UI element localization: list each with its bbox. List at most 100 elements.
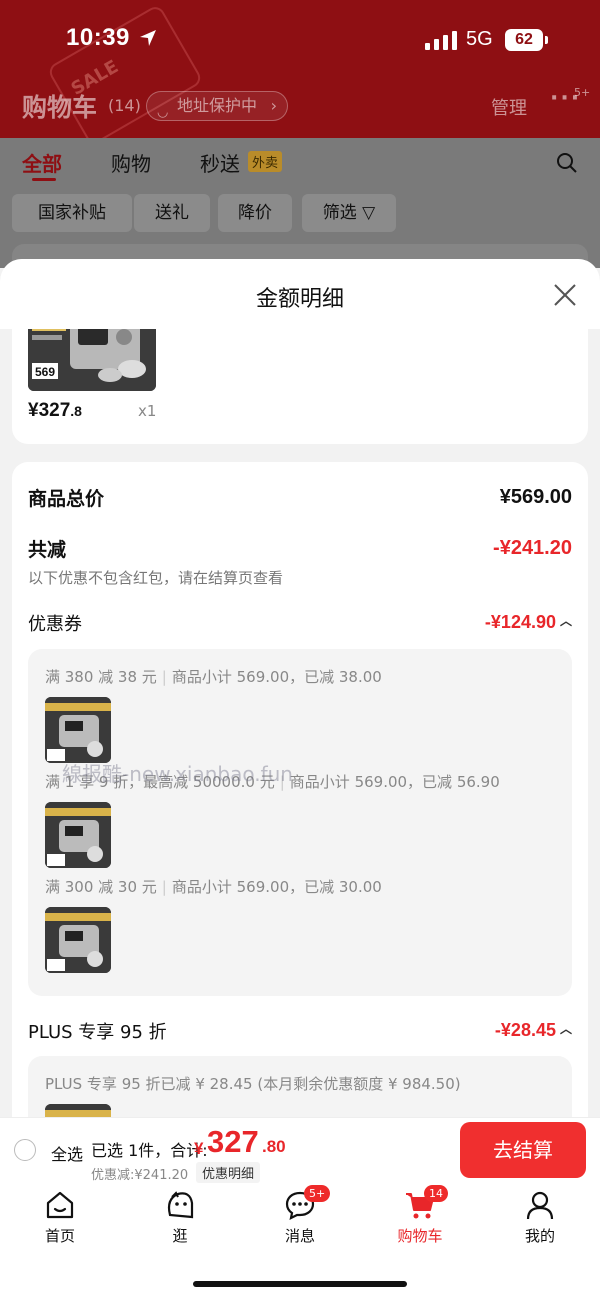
more-badge: 5+ [574,86,591,99]
plus-discount-note: PLUS 专享 95 折已减 ¥ 28.45 (本月剩余优惠额度 ¥ 984.5… [45,1075,461,1093]
coupon-value: -¥124.90 [484,612,556,632]
coupon-product-thumb [45,697,111,763]
plus-discount-toggle[interactable]: -¥28.45 ︿ [495,1020,572,1041]
battery-tip [545,36,548,44]
select-all-label[interactable]: 全选 [51,1141,83,1165]
amount-detail-sheet: 金额明细 569 ¥327.8 x1 商品总价 ¥569.00 共减 -¥241… [0,259,600,1117]
cart-tabs-area: 全部 购物 秒送 外卖 国家补贴 送礼 降价 筛选 ▽ [0,138,600,274]
tabbar-profile[interactable]: 我的 [490,1185,590,1249]
tabbar-label: 首页 [44,1227,75,1245]
chip-filter[interactable]: 筛选 ▽ [302,194,396,232]
filter-funnel-icon: ▽ [362,203,376,223]
cart-tabs: 全部 购物 秒送 外卖 [0,138,600,188]
svg-text:569: 569 [35,365,55,379]
coupon-rule-detail: 商品小计 569.00，已减 38.00 [171,668,382,686]
message-badge: 5+ [304,1185,331,1202]
total-reduce-label: 共减 [28,539,67,561]
product-quantity: x1 [138,402,157,420]
discount-summary: 优惠减:¥241.20 [91,1168,189,1183]
selected-summary: 已选 1件，合计: [91,1141,208,1160]
battery-icon: 62 [505,29,543,51]
tabbar-label: 消息 [284,1227,315,1245]
coupon-details: 满 380 减 38 元 | 商品小计 569.00，已减 38.00 满 1 享 … [28,649,572,996]
discount-detail-link[interactable]: 优惠明细 [196,1162,261,1183]
tab-shopping[interactable]: 购物 [111,148,151,177]
home-icon [46,1191,74,1219]
tab-quick-delivery[interactable]: 秒送 [200,148,240,177]
plus-discount-label: PLUS 专享 95 折 [28,1022,167,1043]
chip-filter-label: 筛选 [322,203,357,223]
coupon-rule-text: 满 300 减 30 元 [45,878,157,896]
status-time: 10:39 [66,24,130,51]
tabbar-cart[interactable]: 14 购物车 [370,1185,470,1249]
chevron-right-icon: › [270,96,278,115]
network-type: 5G [466,28,493,50]
chevron-up-icon: ︿ [559,614,572,628]
coupon-rule: 满 300 减 30 元 | 商品小计 569.00，已减 30.00 [45,876,382,897]
tabbar-home[interactable]: 首页 [10,1185,110,1249]
status-bar: 10:39 5G 62 [0,0,600,82]
reduce-note: 以下优惠不包含红包，请在结算页查看 [28,569,284,587]
chip-national-subsidy[interactable]: 国家补贴 [12,194,132,232]
coupon-product-thumb [45,907,111,973]
pressure-cooker-image [45,1104,111,1117]
pressure-cooker-image: 569 [28,319,156,391]
tabbar-label: 购物车 [397,1227,443,1245]
plus-product-thumb [45,1104,111,1117]
product-thumbnail[interactable]: 569 [28,319,156,391]
coupon-rule: 满 380 减 38 元 | 商品小计 569.00，已减 38.00 [45,666,382,687]
coupon-rule-detail: 商品小计 569.00，已减 56.90 [289,773,500,791]
product-price: ¥327.8 [28,400,82,422]
cart-count: (14) [108,96,141,115]
tabbar-browse[interactable]: 逛 [130,1185,230,1249]
amount-detail-card: 商品总价 ¥569.00 共减 -¥241.20 以下优惠不包含红包，请在结算页… [12,462,588,1117]
search-icon[interactable] [556,152,578,174]
plus-discount-value: -¥28.45 [494,1020,556,1040]
checkout-button[interactable]: 去结算 [460,1122,586,1178]
cart-badge: 14 [424,1185,448,1202]
chip-gift[interactable]: 送礼 [134,194,210,232]
coupon-rule-detail: 商品小计 569.00，已减 30.00 [171,878,382,896]
signal-icon [425,31,457,50]
address-protect-button[interactable]: ◡ 地址保护中 › [146,91,289,121]
watermark: 線报酷-new.xianbao.fun [62,762,293,786]
tab-all[interactable]: 全部 [22,148,62,177]
face-icon [167,1191,194,1219]
pressure-cooker-image [45,802,111,868]
total-amount-int: 327 [207,1124,259,1159]
tab-underline [32,178,56,181]
address-protect-label: 地址保护中 [177,96,258,115]
chip-price-drop[interactable]: 降价 [218,194,292,232]
pressure-cooker-image [45,697,111,763]
coupon-rule-text: 满 380 减 38 元 [45,668,157,686]
manage-button[interactable]: 管理 [491,94,527,120]
select-all-checkbox[interactable] [14,1139,36,1161]
close-icon[interactable] [552,282,578,308]
coupon-product-thumb [45,802,111,868]
separator: | [161,878,167,896]
checkout-bar: 全选 已选 1件，合计: ¥ 327 .80 优惠减:¥241.20 优惠明细 … [0,1117,600,1185]
home-indicator [193,1281,407,1287]
tabbar-messages[interactable]: 5+ 消息 [250,1185,350,1249]
page-title: 购物车 [22,93,98,122]
shield-icon: ◡ [157,105,169,120]
chevron-up-icon: ︿ [559,1022,572,1036]
location-arrow-icon [140,30,156,46]
sheet-header: 金额明细 [0,259,600,329]
filter-chips: 国家补贴 送礼 降价 筛选 ▽ [0,194,600,234]
coupon-label: 优惠券 [28,614,82,635]
goods-total-value: ¥569.00 [499,486,572,508]
person-icon [526,1191,554,1220]
separator: | [161,668,167,686]
product-price-dec: .8 [70,403,82,419]
total-amount-dec: .80 [262,1137,286,1156]
tabbar-label: 我的 [524,1227,555,1245]
pressure-cooker-image [45,907,111,973]
total-reduce-value: -¥241.20 [493,537,572,559]
goods-total-label: 商品总价 [28,488,105,510]
total-currency: ¥ [194,1139,204,1158]
coupon-toggle[interactable]: -¥124.90 ︿ [485,612,572,633]
takeout-badge: 外卖 [248,151,283,172]
product-price-int: ¥327 [28,400,71,421]
cart-header: 购物车 (14) ◡ 地址保护中 › 管理 ··· 5+ [0,84,600,130]
